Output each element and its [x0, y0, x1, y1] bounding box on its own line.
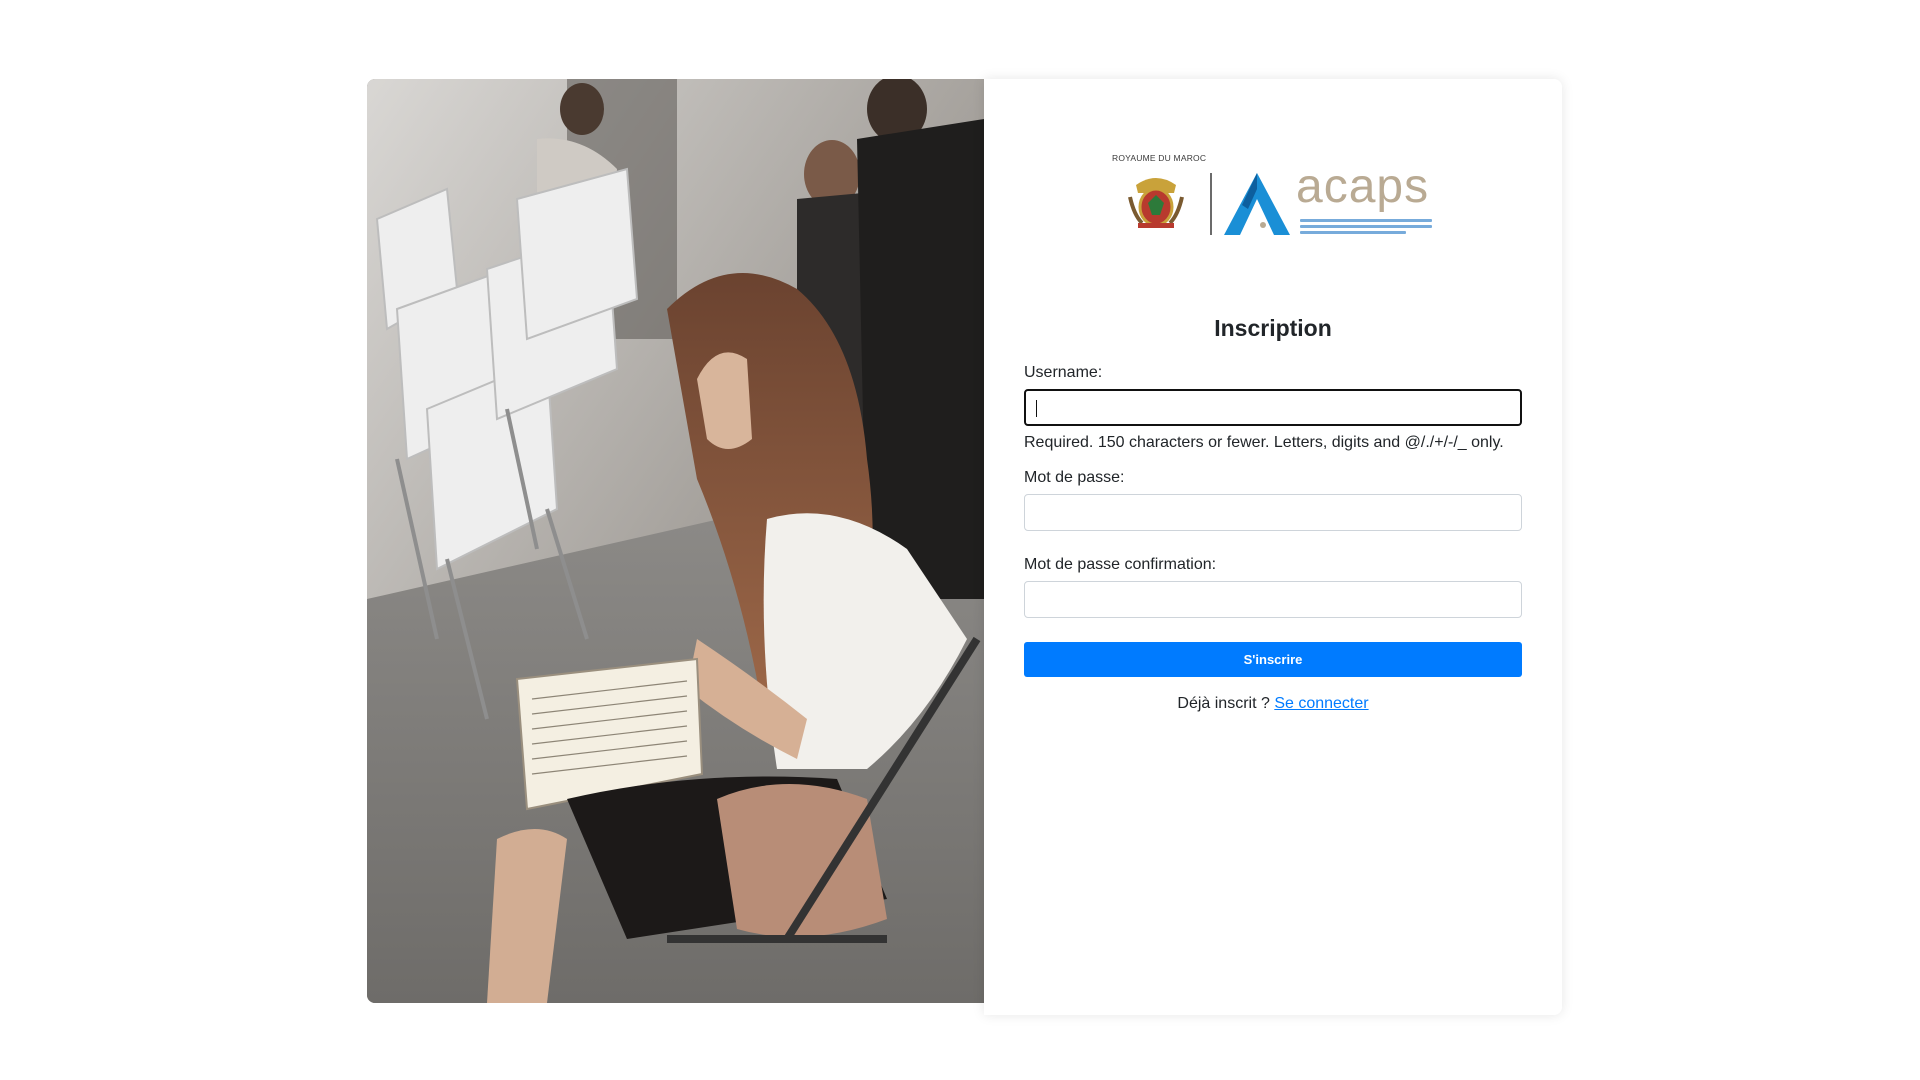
password-confirm-label: Mot de passe confirmation:	[1024, 556, 1217, 573]
brand-name: acaps	[1296, 160, 1430, 213]
royaume-label: ROYAUME DU MAROC	[1112, 153, 1207, 163]
username-help-text: Required. 150 characters or fewer. Lette…	[1024, 434, 1504, 451]
password-confirm-input[interactable]	[1024, 581, 1522, 618]
logo: ROYAUME DU MAROC acaps	[1112, 153, 1432, 243]
password-input[interactable]	[1024, 494, 1522, 531]
text-caret	[1036, 400, 1037, 417]
password-label: Mot de passe:	[1024, 469, 1125, 486]
login-prompt: Déjà inscrit ? Se connecter	[984, 695, 1562, 713]
logo-divider	[1210, 173, 1212, 235]
moroccan-emblem-icon	[1128, 178, 1184, 228]
login-prompt-text: Déjà inscrit ?	[1177, 695, 1275, 712]
brand-tagline-lines	[1300, 219, 1432, 237]
signup-button[interactable]: S'inscrire	[1024, 642, 1522, 677]
page-title: Inscription	[1214, 315, 1332, 341]
woman-reading-photo	[367, 79, 984, 1003]
signup-card: ROYAUME DU MAROC acaps Inscription Usern…	[984, 79, 1562, 1015]
acaps-a-mark-icon	[1224, 173, 1290, 235]
username-label: Username:	[1024, 364, 1103, 381]
signup-page: ROYAUME DU MAROC acaps Inscription Usern…	[0, 0, 1920, 1080]
login-link[interactable]: Se connecter	[1274, 695, 1368, 712]
hero-photo	[367, 79, 984, 1003]
username-input[interactable]	[1024, 389, 1522, 426]
